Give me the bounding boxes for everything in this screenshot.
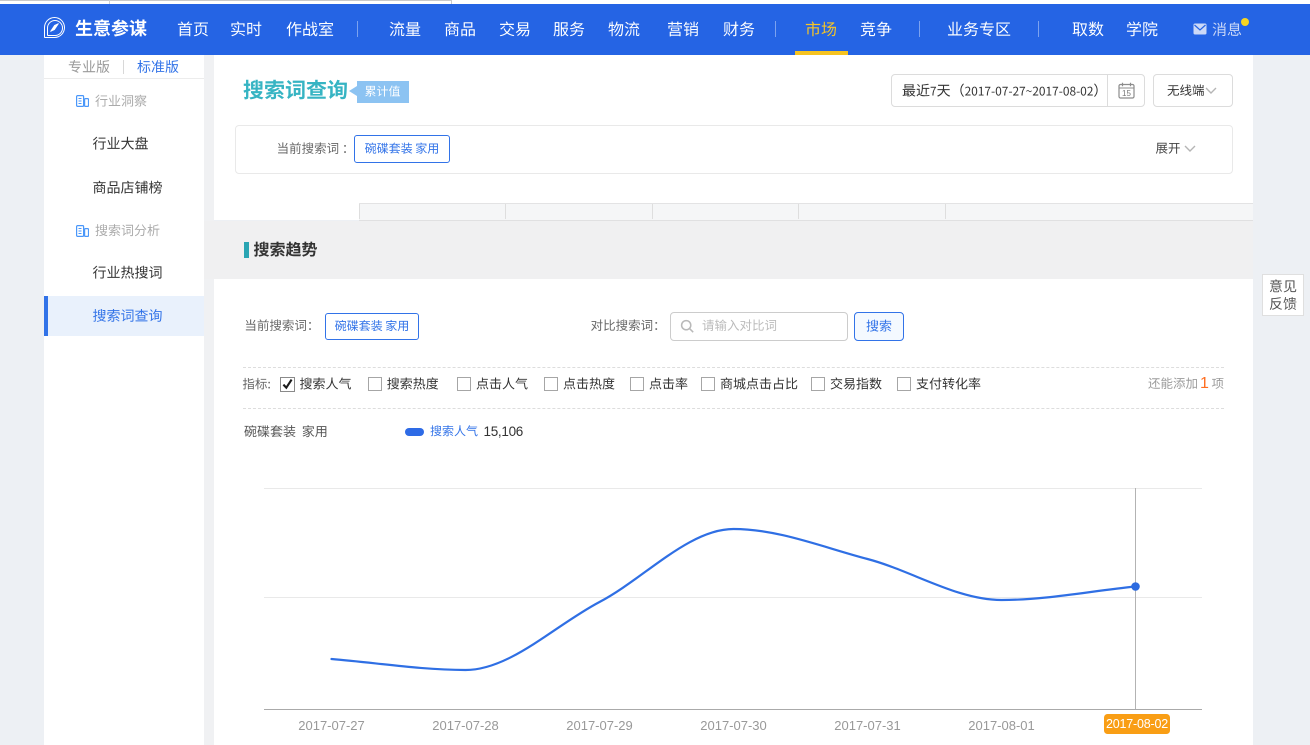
svg-text:15: 15	[1122, 89, 1131, 98]
